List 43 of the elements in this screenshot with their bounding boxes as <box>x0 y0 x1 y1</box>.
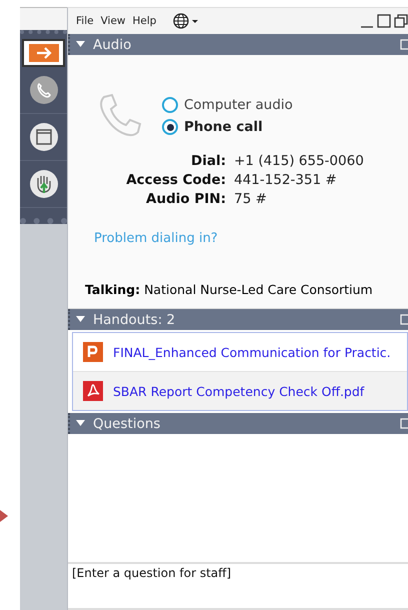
panel-title: Handouts: 2 <box>93 312 176 328</box>
radio-option[interactable]: Phone call <box>162 119 293 135</box>
menu-item[interactable]: File <box>76 15 94 27</box>
phone-icon <box>28 75 58 105</box>
detail-label: Access Code: <box>125 172 226 188</box>
file-row[interactable]: SBAR Report Competency Check Off.pdf <box>73 371 407 410</box>
menu-item[interactable]: Help <box>132 15 156 27</box>
panel-header[interactable]: Handouts: 2 <box>68 309 408 330</box>
language-menu-icon[interactable] <box>173 13 200 29</box>
talking-name: National Nurse-Led Care Consortium <box>144 282 373 297</box>
sidebar-tool[interactable] <box>22 39 65 67</box>
collapse-triangle-icon[interactable] <box>76 420 85 427</box>
collapse-triangle-icon[interactable] <box>76 41 85 48</box>
radio-button[interactable] <box>162 119 178 135</box>
maximize-icon[interactable] <box>377 14 391 28</box>
presentation-file-icon <box>83 342 103 362</box>
panel-header[interactable]: Questions <box>68 413 408 434</box>
panel-title: Questions <box>93 416 160 432</box>
pop-out-icon[interactable] <box>400 314 408 326</box>
pop-out-icon[interactable] <box>400 38 408 50</box>
radio-option[interactable]: Computer audio <box>162 97 293 113</box>
menu-item[interactable]: View <box>100 15 126 27</box>
option-label: Computer audio <box>184 97 293 113</box>
talking-label: Talking: <box>85 282 140 297</box>
radio-button[interactable] <box>162 97 178 113</box>
pop-out-icon[interactable] <box>400 418 408 430</box>
pointer-icon <box>0 510 8 522</box>
panel-header[interactable]: Audio <box>68 34 408 55</box>
file-row[interactable]: FINAL_Enhanced Communication for Practic. <box>73 333 407 371</box>
collapse-triangle-icon[interactable] <box>76 316 85 323</box>
detail-value: 75 # <box>234 191 268 207</box>
file-link[interactable]: FINAL_Enhanced Communication for Practic. <box>113 344 391 360</box>
pdf-file-icon <box>83 381 103 401</box>
detail-label: Audio PIN: <box>145 191 226 207</box>
file-link[interactable]: SBAR Report Competency Check Off.pdf <box>113 384 364 398</box>
detail-label: Dial: <box>190 153 226 169</box>
option-label: Phone call <box>184 119 263 135</box>
raised-hand-icon <box>28 169 58 199</box>
panel-title: Audio <box>93 36 132 52</box>
detail-value: +1 (415) 655-0060 <box>234 153 365 169</box>
window-icon <box>28 122 58 152</box>
restore-icon[interactable] <box>394 14 408 28</box>
detail-value: 441-152-351 # <box>234 172 338 188</box>
